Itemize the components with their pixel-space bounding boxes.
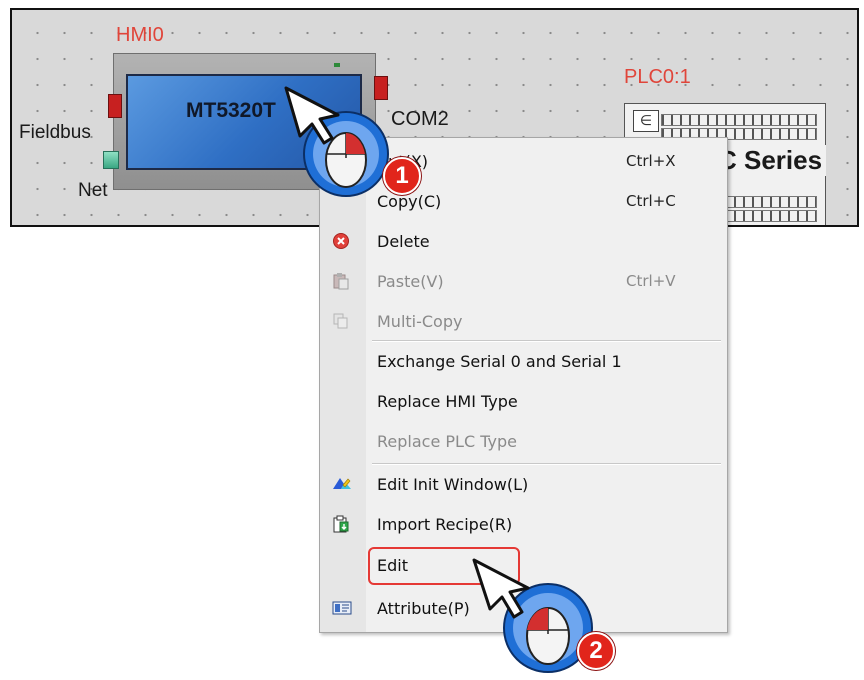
menu-item-label: Import Recipe(R) xyxy=(377,515,513,534)
menu-item-edit-init-window[interactable]: Edit Init Window(L) xyxy=(320,465,727,505)
init-window-icon xyxy=(332,475,351,493)
menu-item-label: Replace HMI Type xyxy=(377,392,518,411)
menu-item-paste[interactable]: Paste(V) Ctrl+V xyxy=(320,262,727,302)
menu-item-label: Delete xyxy=(377,232,430,251)
paste-icon xyxy=(332,272,350,290)
menu-item-delete[interactable]: Delete xyxy=(320,222,727,262)
menu-item-label: Edit Init Window(L) xyxy=(377,475,529,494)
menu-item-replace-hmi-type[interactable]: Replace HMI Type xyxy=(320,382,727,422)
menu-item-shortcut: Ctrl+V xyxy=(626,272,676,290)
menu-item-replace-plc-type[interactable]: Replace PLC Type xyxy=(320,422,727,462)
plc-label: PLC0:1 xyxy=(624,66,691,88)
menu-item-shortcut: Ctrl+C xyxy=(626,192,676,210)
plc-series-label: C Series xyxy=(714,145,827,176)
fieldbus-label: Fieldbus xyxy=(19,122,91,143)
import-recipe-icon xyxy=(332,515,350,533)
plc-port-icon: ∈ xyxy=(633,110,659,132)
hmi-power-led xyxy=(334,63,340,67)
multi-copy-icon xyxy=(332,312,350,330)
step-1-badge: 1 xyxy=(383,157,421,195)
net-label: Net xyxy=(78,180,108,201)
menu-item-label: Multi-Copy xyxy=(377,312,463,331)
menu-item-shortcut: Ctrl+X xyxy=(626,152,676,170)
step-2-badge: 2 xyxy=(577,632,615,670)
delete-icon xyxy=(332,232,350,250)
menu-item-label: Exchange Serial 0 and Serial 1 xyxy=(377,352,622,371)
menu-item-label: Attribute(P) xyxy=(377,599,470,618)
net-port-icon[interactable] xyxy=(103,151,119,169)
hmi-label: HMI0 xyxy=(116,24,164,46)
fieldbus-port-icon[interactable] xyxy=(108,94,122,118)
attribute-icon xyxy=(332,599,352,617)
menu-item-exchange-serial[interactable]: Exchange Serial 0 and Serial 1 xyxy=(320,342,727,382)
menu-item-multi-copy[interactable]: Multi-Copy xyxy=(320,302,727,342)
plc-terminal-row xyxy=(661,114,817,126)
menu-item-label: Replace PLC Type xyxy=(377,432,517,451)
menu-item-label: Edit xyxy=(377,556,408,575)
hmi-model-label: MT5320T xyxy=(186,99,276,122)
menu-item-label: Paste(V) xyxy=(377,272,444,291)
menu-item-import-recipe[interactable]: Import Recipe(R) xyxy=(320,505,727,545)
